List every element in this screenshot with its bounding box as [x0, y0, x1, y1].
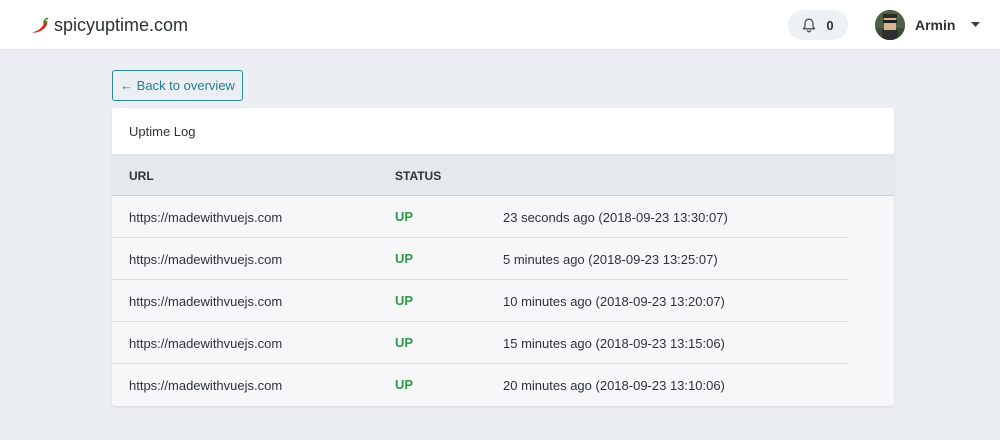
chili-pepper-icon: [32, 17, 49, 33]
table-body: https://madewithvuejs.com UP 23 seconds …: [112, 196, 894, 406]
row-time: 20 minutes ago (2018-09-23 13:10:06): [503, 378, 725, 393]
user-menu[interactable]: Armin: [875, 9, 981, 41]
row-status: UP: [395, 209, 414, 224]
table-header: URL STATUS: [112, 155, 894, 196]
table-row: https://madewithvuejs.com UP 15 minutes …: [112, 322, 848, 364]
row-status: UP: [395, 293, 414, 308]
row-url: https://madewithvuejs.com: [129, 294, 283, 309]
row-status: UP: [395, 251, 414, 266]
row-time: 10 minutes ago (2018-09-23 13:20:07): [503, 294, 725, 309]
row-time: 15 minutes ago (2018-09-23 13:15:06): [503, 336, 725, 351]
bell-icon: [803, 18, 816, 32]
card-header: Uptime Log: [112, 108, 894, 155]
row-url: https://madewithvuejs.com: [129, 252, 283, 267]
column-header-url: URL: [129, 169, 154, 183]
notifications-button[interactable]: 0: [788, 10, 848, 40]
table-row: https://madewithvuejs.com UP 20 minutes …: [112, 364, 848, 406]
brand-link[interactable]: spicyuptime.com: [30, 13, 188, 37]
brand-name: spicyuptime.com: [54, 14, 189, 35]
row-url: https://madewithvuejs.com: [129, 378, 283, 393]
top-navbar: spicyuptime.com 0 Armin: [0, 0, 1000, 50]
row-status: UP: [395, 377, 414, 392]
row-time: 5 minutes ago (2018-09-23 13:25:07): [503, 252, 718, 267]
caret-down-icon: [971, 22, 981, 27]
avatar: [875, 10, 905, 40]
row-time: 23 seconds ago (2018-09-23 13:30:07): [503, 210, 728, 225]
row-url: https://madewithvuejs.com: [129, 336, 283, 351]
table-row: https://madewithvuejs.com UP 10 minutes …: [112, 280, 848, 322]
uptime-log-card: Uptime Log URL STATUS https://madewithvu…: [112, 108, 894, 406]
column-header-status: STATUS: [395, 169, 442, 183]
table-row: https://madewithvuejs.com UP 23 seconds …: [112, 196, 848, 238]
card-title: Uptime Log: [129, 123, 196, 139]
table-row: https://madewithvuejs.com UP 5 minutes a…: [112, 238, 848, 280]
row-url: https://madewithvuejs.com: [129, 210, 283, 225]
row-status: UP: [395, 335, 414, 350]
user-name: Armin: [915, 17, 956, 33]
notifications-count: 0: [826, 17, 834, 33]
back-to-overview-button[interactable]: ← Back to overview: [112, 70, 243, 101]
